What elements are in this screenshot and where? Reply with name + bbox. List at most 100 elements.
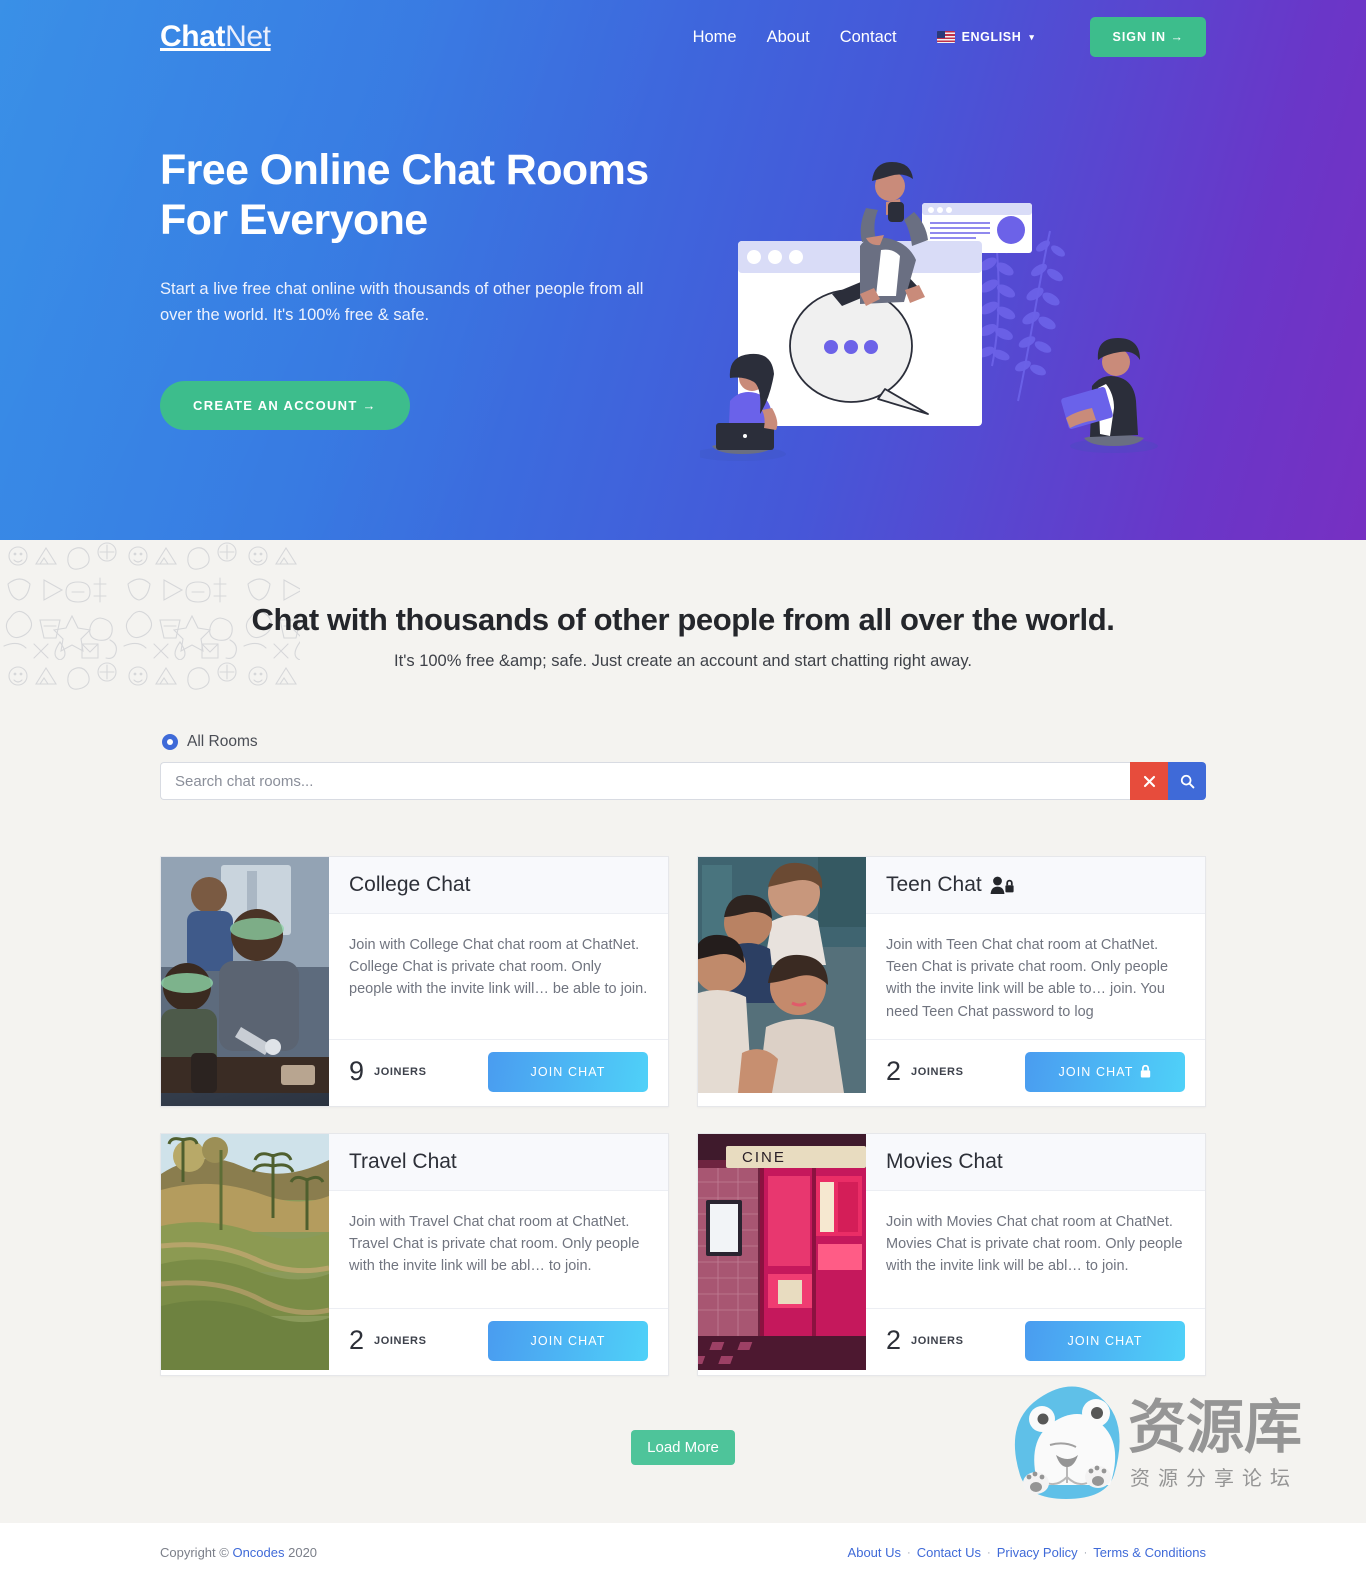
join-chat-label: JOIN CHAT bbox=[1058, 1064, 1134, 1079]
room-card-header: College Chat bbox=[329, 857, 668, 914]
hero-section: ChatNet Home About Contact ENGLISH ▾ SIG… bbox=[0, 0, 1366, 540]
joiners-label: JOINERS bbox=[374, 1334, 427, 1347]
join-chat-button[interactable]: JOIN CHAT bbox=[488, 1320, 648, 1361]
create-account-button[interactable]: CREATE AN ACCOUNT → bbox=[160, 380, 410, 430]
join-chat-label: JOIN CHAT bbox=[530, 1333, 606, 1348]
copyright-link[interactable]: Oncodes bbox=[232, 1545, 284, 1560]
room-card-body: Teen Chat Join with Teen Chat chat room … bbox=[866, 857, 1205, 1106]
teen-friends-photo bbox=[682, 857, 866, 1093]
room-card-header: Movies Chat bbox=[866, 1133, 1205, 1191]
footer-links: About Us · Contact Us · Privacy Policy ·… bbox=[848, 1545, 1206, 1560]
joiners-count: 2 bbox=[886, 1325, 902, 1356]
footer-separator: · bbox=[907, 1546, 911, 1559]
footer-link-contact-us[interactable]: Contact Us bbox=[917, 1545, 981, 1560]
footer-link-terms-conditions[interactable]: Terms & Conditions bbox=[1093, 1545, 1206, 1560]
room-card-header: Teen Chat bbox=[866, 857, 1205, 914]
nav-item-about[interactable]: About bbox=[767, 28, 810, 47]
footer-separator: · bbox=[987, 1546, 991, 1559]
footer-link-privacy-policy[interactable]: Privacy Policy bbox=[997, 1545, 1078, 1560]
copyright-text: Copyright © Oncodes 2020 bbox=[160, 1545, 317, 1560]
room-description: Join with Movies Chat chat room at ChatN… bbox=[886, 1213, 1183, 1275]
room-card-college-chat[interactable]: College Chat Join with College Chat chat… bbox=[160, 856, 669, 1107]
room-thumbnail bbox=[682, 857, 866, 1106]
footer-link-about-us[interactable]: About Us bbox=[848, 1545, 901, 1560]
chat-illustration-svg bbox=[694, 162, 1158, 461]
room-card-header: Travel Chat bbox=[329, 1133, 668, 1191]
svg-text:CINE: CINE bbox=[742, 1149, 786, 1166]
room-description: Join with College Chat chat room at Chat… bbox=[349, 937, 648, 998]
room-card-travel-chat[interactable]: Travel Chat Join with Travel Chat chat r… bbox=[160, 1132, 669, 1376]
joiners-label: JOINERS bbox=[911, 1065, 964, 1078]
hero-title: Free Online Chat Rooms For Everyone bbox=[160, 146, 690, 246]
cinema-neon-photo: CINE bbox=[625, 1133, 866, 1370]
page-footer: Copyright © Oncodes 2020 About Us · Cont… bbox=[0, 1522, 1366, 1583]
join-chat-button[interactable]: JOIN CHAT bbox=[488, 1051, 648, 1092]
room-description: Join with Teen Chat chat room at ChatNet… bbox=[886, 937, 1169, 1020]
joiners-count: 2 bbox=[349, 1325, 365, 1356]
nav-item-contact[interactable]: Contact bbox=[840, 28, 897, 47]
language-label: ENGLISH bbox=[961, 30, 1022, 44]
join-chat-button[interactable]: JOIN CHAT bbox=[1025, 1320, 1185, 1361]
room-thumbnail bbox=[160, 1133, 330, 1375]
rooms-grid: College Chat Join with College Chat chat… bbox=[160, 856, 1206, 1402]
room-title: Movies Chat bbox=[886, 1149, 1003, 1173]
room-title: College Chat bbox=[349, 873, 471, 896]
room-title: Travel Chat bbox=[349, 1149, 457, 1173]
room-card-footer: 2 JOINERS JOIN CHAT bbox=[866, 1307, 1205, 1375]
joiners-label: JOINERS bbox=[374, 1065, 427, 1078]
sign-in-button[interactable]: SIGN IN → bbox=[1090, 17, 1206, 57]
lock-icon bbox=[1141, 1065, 1151, 1078]
join-chat-label: JOIN CHAT bbox=[1067, 1333, 1143, 1348]
chevron-down-icon: ▾ bbox=[1029, 31, 1035, 42]
nav-links: Home About Contact ENGLISH ▾ bbox=[693, 28, 1035, 47]
room-card-footer: 2 JOINERS JOIN CHAT bbox=[329, 1307, 668, 1375]
language-selector[interactable]: ENGLISH ▾ bbox=[936, 30, 1035, 44]
us-flag-icon bbox=[936, 31, 955, 43]
college-classroom-photo bbox=[161, 857, 329, 1093]
all-rooms-radio[interactable] bbox=[162, 734, 178, 750]
hero-title-line1: Free Online Chat Rooms bbox=[160, 146, 649, 194]
close-x-icon bbox=[1143, 775, 1155, 787]
user-lock-icon bbox=[990, 876, 1014, 894]
join-chat-label: JOIN CHAT bbox=[530, 1064, 606, 1079]
room-card-body: Movies Chat Join with Movies Chat chat r… bbox=[866, 1133, 1205, 1375]
room-card-body: College Chat Join with College Chat chat… bbox=[329, 857, 668, 1106]
clear-search-button[interactable] bbox=[1130, 762, 1168, 800]
load-more-wrap: Load More bbox=[160, 1429, 1206, 1523]
all-rooms-label: All Rooms bbox=[187, 733, 258, 750]
hero-copy: Free Online Chat Rooms For Everyone Star… bbox=[160, 146, 690, 476]
section-title: Chat with thousands of other people from… bbox=[251, 602, 1115, 637]
hero-body: Free Online Chat Rooms For Everyone Star… bbox=[0, 74, 1366, 476]
joiners-count: 2 bbox=[886, 1056, 902, 1087]
section-subtitle: It's 100% free &amp; safe. Just create a… bbox=[394, 652, 972, 670]
copyright-suffix: 2020 bbox=[284, 1545, 318, 1561]
room-title: Teen Chat bbox=[886, 873, 982, 896]
room-card-footer: 9 JOINERS JOIN CHAT bbox=[329, 1038, 668, 1106]
hero-illustration bbox=[694, 146, 1206, 476]
copyright-prefix: Copyright © bbox=[160, 1545, 233, 1561]
room-thumbnail: CINE bbox=[625, 1133, 866, 1375]
nav-item-home[interactable]: Home bbox=[693, 28, 737, 47]
room-card-body: Travel Chat Join with Travel Chat chat r… bbox=[329, 1133, 668, 1375]
hero-subtitle: Start a live free chat online with thous… bbox=[160, 279, 644, 325]
brand-logo[interactable]: ChatNet bbox=[160, 20, 271, 54]
room-thumbnail bbox=[161, 857, 329, 1106]
rooms-container: Chat with thousands of other people from… bbox=[160, 602, 1206, 1523]
page-root: ChatNet Home About Contact ENGLISH ▾ SIG… bbox=[0, 0, 1366, 1583]
room-card-movies-chat[interactable]: CINE Movies Chat Join with Movies Chat c… bbox=[625, 1132, 1206, 1376]
search-row bbox=[160, 762, 1206, 800]
joiners-label: JOINERS bbox=[911, 1334, 964, 1347]
submit-search-button[interactable] bbox=[1168, 762, 1206, 800]
load-more-button[interactable]: Load More bbox=[631, 1429, 735, 1465]
footer-separator: · bbox=[1083, 1546, 1088, 1559]
search-input[interactable] bbox=[160, 762, 1130, 800]
brand-bold: Chat bbox=[160, 20, 226, 53]
hero-title-line2: For Everyone bbox=[160, 195, 428, 244]
room-description: Join with Travel Chat chat room at ChatN… bbox=[349, 1213, 640, 1275]
join-chat-button[interactable]: JOIN CHAT bbox=[1025, 1051, 1185, 1092]
room-card-teen-chat[interactable]: Teen Chat Join with Teen Chat chat room … bbox=[682, 856, 1206, 1107]
rice-terrace-photo bbox=[160, 1133, 330, 1370]
brand-light: Net bbox=[225, 20, 271, 53]
private-room-icon bbox=[990, 876, 1014, 895]
room-card-footer: 2 JOINERS JOIN CHAT bbox=[866, 1038, 1205, 1106]
